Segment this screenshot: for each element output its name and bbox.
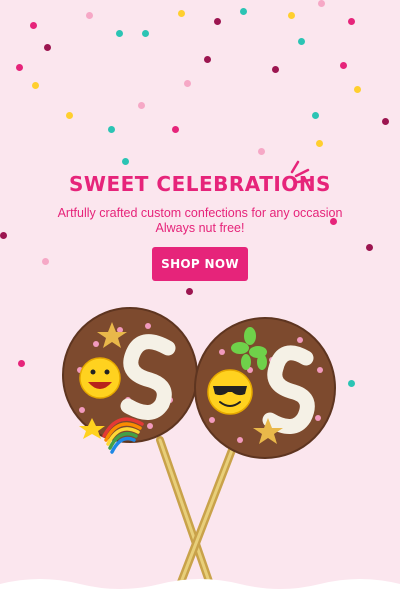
lollipop-left: [62, 307, 198, 454]
confetti-dot: [272, 66, 279, 73]
confetti-dot: [240, 8, 247, 15]
confetti-dot: [340, 62, 347, 69]
confetti-dot: [138, 102, 145, 109]
confetti-dot: [108, 126, 115, 133]
confetti-dot: [298, 38, 305, 45]
subtitle-line: Always nut free!: [155, 221, 245, 235]
confetti-dot: [186, 288, 193, 295]
confetti-dot: [86, 12, 93, 19]
confetti-dot: [32, 82, 39, 89]
subtitle-line: Artfully crafted custom confections for …: [57, 206, 343, 220]
confetti-dot: [116, 30, 123, 37]
lollipop-right: [194, 317, 336, 459]
confetti-dot: [382, 118, 389, 125]
sparkle-icon: [290, 160, 312, 184]
confetti-dot: [30, 22, 37, 29]
confetti-dot: [16, 64, 23, 71]
confetti-dot: [44, 44, 51, 51]
hero-section: SWEET CELEBRATIONS Artfully crafted cust…: [0, 0, 400, 600]
confetti-dot: [258, 148, 265, 155]
confetti-dot: [184, 80, 191, 87]
confetti-dot: [66, 112, 73, 119]
wave-divider: [0, 579, 400, 600]
confetti-dot: [316, 140, 323, 147]
confetti-dot: [366, 244, 373, 251]
confetti-dot: [42, 258, 49, 265]
lollipop-sticks: [156, 436, 236, 594]
confetti-dot: [288, 12, 295, 19]
confetti-dot: [214, 18, 221, 25]
page-title: SWEET CELEBRATIONS: [69, 172, 331, 196]
confetti-dot: [178, 10, 185, 17]
confetti-dot: [354, 86, 361, 93]
shop-now-button[interactable]: SHOP NOW: [152, 247, 248, 281]
lollipop-product-image: [62, 307, 336, 594]
confetti-dot: [172, 126, 179, 133]
confetti-dot: [204, 56, 211, 63]
confetti-dot: [348, 18, 355, 25]
confetti-dot: [122, 158, 129, 165]
confetti-dot: [312, 112, 319, 119]
confetti-dot: [318, 0, 325, 7]
subtitle: Artfully crafted custom confections for …: [0, 206, 400, 236]
confetti-dot: [142, 30, 149, 37]
